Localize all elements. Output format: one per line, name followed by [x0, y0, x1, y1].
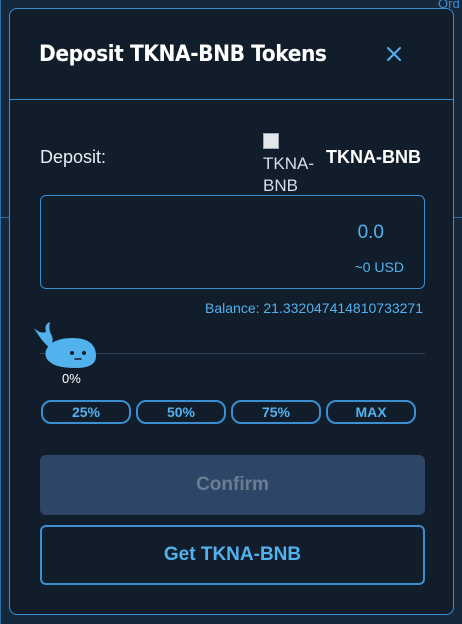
amount-usd-value: ~0 USD: [354, 259, 404, 275]
slider-percent-label: 0%: [62, 371, 81, 386]
percent-50-button[interactable]: 50%: [136, 400, 226, 424]
percent-25-button[interactable]: 25%: [41, 400, 131, 424]
percent-max-button[interactable]: MAX: [326, 400, 416, 424]
percent-75-button[interactable]: 75%: [231, 400, 321, 424]
token-image: TKNA-BNB: [263, 131, 321, 193]
broken-image-icon: [263, 133, 279, 149]
amount-input[interactable]: 0.0 ~0 USD: [40, 195, 425, 289]
modal-title: Deposit TKNA-BNB Tokens: [39, 42, 327, 67]
deposit-label: Deposit:: [40, 147, 107, 167]
token-name: TKNA-BNB: [326, 147, 421, 167]
close-button[interactable]: [384, 44, 404, 64]
token-image-alt-text: TKNA-BNB: [263, 154, 314, 193]
whale-slider-handle-icon[interactable]: [32, 320, 102, 372]
get-token-button[interactable]: Get TKNA-BNB: [40, 525, 425, 585]
amount-value[interactable]: 0.0: [358, 222, 384, 244]
close-icon: [387, 47, 401, 61]
modal-header: Deposit TKNA-BNB Tokens: [10, 9, 453, 100]
deposit-modal: Deposit TKNA-BNB Tokens Deposit: TKNA-BN…: [9, 8, 454, 615]
balance-text: Balance: 21.332047414810733271: [205, 300, 423, 316]
confirm-button[interactable]: Confirm: [40, 455, 425, 515]
background-divider: [0, 0, 1, 624]
